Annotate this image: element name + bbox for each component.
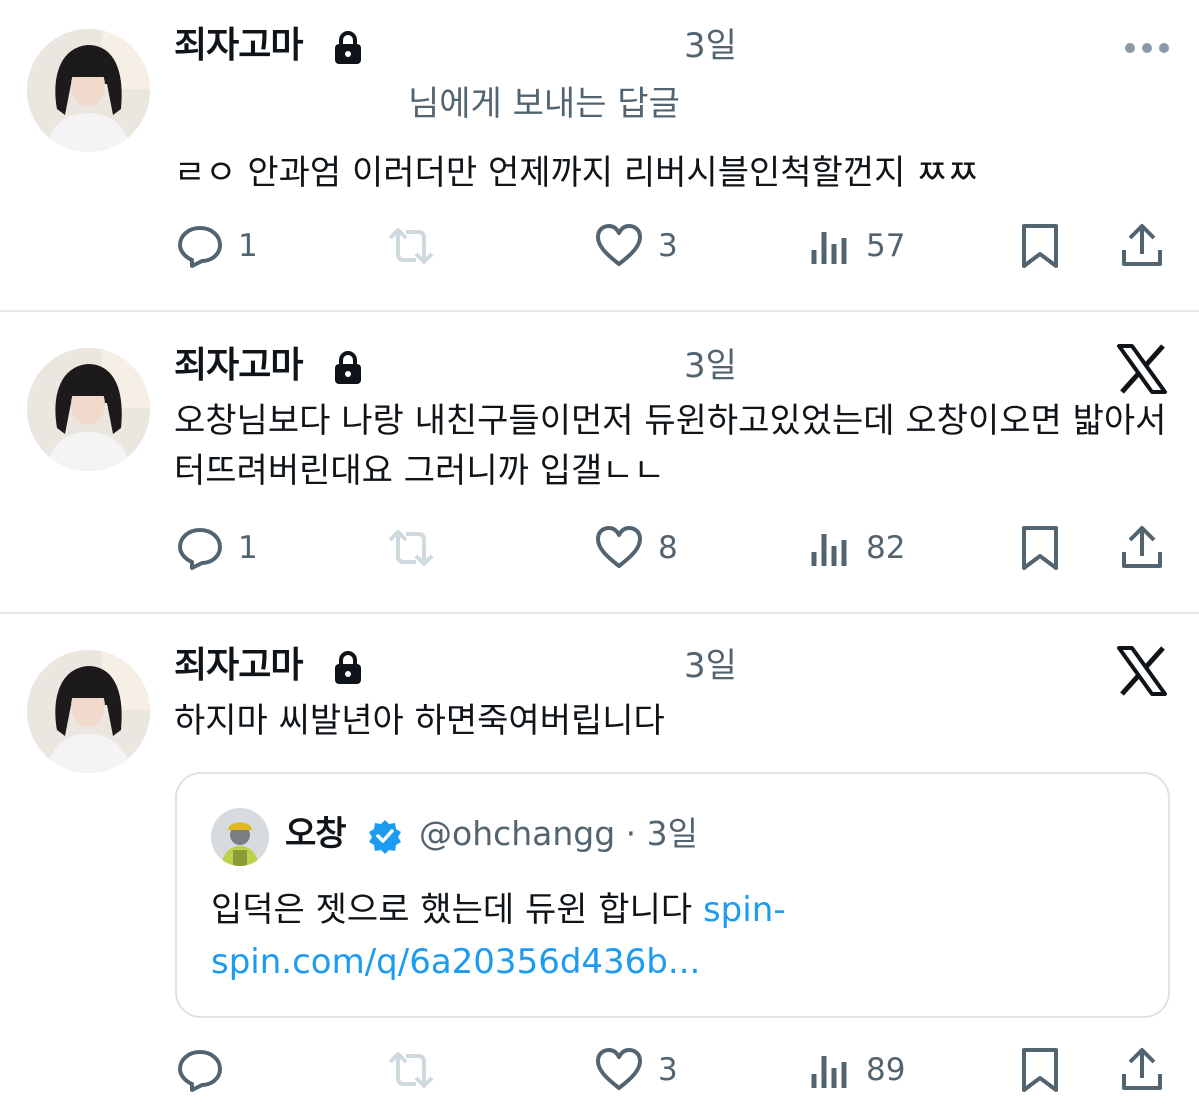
avatar[interactable] <box>27 348 150 471</box>
share-icon[interactable] <box>1118 1046 1166 1094</box>
like-button[interactable]: 8 <box>594 524 678 572</box>
x-logo-icon[interactable] <box>1116 646 1168 696</box>
retweet-icon <box>388 1052 434 1088</box>
tweet-text: ㄹㅇ 안과엄 이러더만 언제까지 리버시블인척할껀지 ㅉㅉ <box>174 153 979 193</box>
reply-button[interactable] <box>176 1046 238 1094</box>
retweet-button[interactable] <box>384 524 452 572</box>
quoted-avatar[interactable] <box>211 808 269 866</box>
tweet-2[interactable]: 죄자고마 3일 오창님보다 나랑 내친구들이먼저 듀윈하고있었는데 오창이오면 … <box>0 312 1199 612</box>
share-icon[interactable] <box>1118 222 1166 270</box>
retweet-icon <box>388 530 434 566</box>
quoted-text: 입덕은 젯으로 했는데 듀윈 합니다 spin-spin.com/q/6a203… <box>211 884 1131 988</box>
lock-icon <box>335 651 361 684</box>
quoted-text-body: 입덕은 젯으로 했는데 듀윈 합니다 <box>211 890 703 930</box>
bookmark-icon[interactable] <box>1020 1046 1060 1094</box>
timestamp[interactable]: 3일 <box>684 344 737 388</box>
reply-icon <box>178 528 222 570</box>
bookmark-icon[interactable] <box>1020 524 1060 572</box>
reply-count: 1 <box>238 530 258 566</box>
like-count: 3 <box>658 228 678 264</box>
like-icon <box>596 1048 642 1090</box>
verified-badge-icon <box>369 820 401 854</box>
quoted-author-name[interactable]: 오창 <box>285 812 347 856</box>
more-icon[interactable] <box>1124 42 1170 54</box>
bookmark-icon[interactable] <box>1020 222 1060 270</box>
timestamp[interactable]: 3일 <box>684 24 737 68</box>
like-icon <box>596 224 642 266</box>
retweet-button[interactable] <box>384 222 452 270</box>
views-button[interactable]: 57 <box>808 222 905 270</box>
like-count: 8 <box>658 530 678 566</box>
reply-count: 1 <box>238 228 258 264</box>
action-bar: 3 89 <box>0 1044 1199 1094</box>
views-count: 89 <box>866 1052 906 1088</box>
share-icon[interactable] <box>1118 524 1166 572</box>
retweet-icon <box>388 228 434 264</box>
author-name[interactable]: 죄자고마 <box>174 24 303 68</box>
tweet-text: 오창님보다 나랑 내친구들이먼저 듀윈하고있었는데 오창이오면 밟아서터뜨려버린… <box>174 401 1167 491</box>
reply-to-label: 님에게 보내는 답글 <box>408 84 680 124</box>
action-bar: 1 3 57 <box>0 220 1199 270</box>
like-button[interactable]: 3 <box>594 1046 678 1094</box>
reply-icon <box>178 226 222 268</box>
retweet-button[interactable] <box>384 1046 452 1094</box>
avatar[interactable] <box>27 650 150 773</box>
like-count: 3 <box>658 1052 678 1088</box>
timestamp[interactable]: 3일 <box>684 644 737 688</box>
tweet-1[interactable]: 죄자고마 3일 님에게 보내는 답글 ㄹㅇ 안과엄 이러더만 언제까지 리버시블… <box>0 0 1199 310</box>
tweet-3[interactable]: 죄자고마 3일 하지마 씨발년아 하면죽여버립니다 오창 @ohchangg ·… <box>0 614 1199 1107</box>
x-logo-icon[interactable] <box>1116 344 1168 394</box>
like-icon <box>596 526 642 568</box>
author-name[interactable]: 죄자고마 <box>174 644 303 688</box>
views-icon <box>811 232 847 264</box>
action-bar: 1 8 82 <box>0 522 1199 572</box>
reply-button[interactable]: 1 <box>176 524 258 572</box>
views-count: 57 <box>866 228 906 264</box>
views-icon <box>811 534 847 566</box>
reply-button[interactable]: 1 <box>176 222 258 270</box>
tweet-text: 하지마 씨발년아 하면죽여버립니다 <box>174 701 665 741</box>
author-name[interactable]: 죄자고마 <box>174 344 303 388</box>
views-count: 82 <box>866 530 906 566</box>
views-button[interactable]: 82 <box>808 524 905 572</box>
views-icon <box>811 1056 847 1088</box>
quoted-tweet[interactable]: 오창 @ohchangg · 3일 입덕은 젯으로 했는데 듀윈 합니다 spi… <box>175 772 1170 1018</box>
views-button[interactable]: 89 <box>808 1046 905 1094</box>
quoted-handle-time: @ohchangg · 3일 <box>419 814 699 853</box>
lock-icon <box>335 351 361 384</box>
lock-icon <box>335 31 361 64</box>
avatar[interactable] <box>27 29 150 152</box>
reply-icon <box>178 1050 222 1092</box>
like-button[interactable]: 3 <box>594 222 678 270</box>
